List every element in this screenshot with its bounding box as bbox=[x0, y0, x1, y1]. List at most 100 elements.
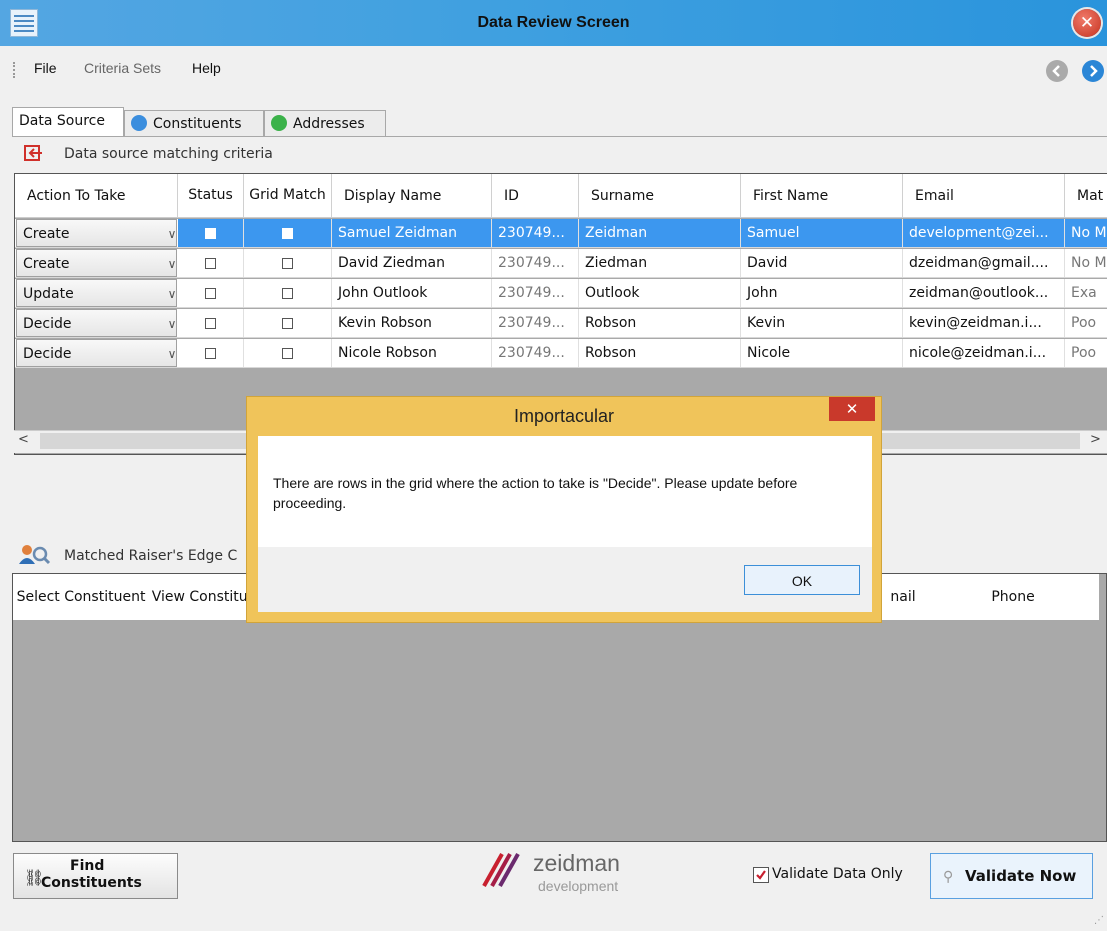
dialog-close-icon[interactable]: ✕ bbox=[829, 397, 875, 421]
section-title: Matched Raiser's Edge C bbox=[64, 548, 238, 564]
column-header[interactable]: Mat bbox=[1065, 174, 1107, 218]
status-checkbox[interactable] bbox=[205, 288, 216, 299]
match-cell[interactable]: Poo bbox=[1065, 309, 1107, 337]
home-icon bbox=[271, 115, 287, 131]
match-cell[interactable]: Exa bbox=[1065, 279, 1107, 307]
surname-cell[interactable]: Robson bbox=[579, 339, 741, 367]
display-name-cell[interactable]: David Ziedman bbox=[332, 249, 492, 277]
display-name-cell[interactable]: John Outlook bbox=[332, 279, 492, 307]
column-header[interactable]: Status bbox=[178, 174, 244, 218]
column-header[interactable]: First Name bbox=[741, 174, 903, 218]
validate-only-checkbox[interactable] bbox=[753, 867, 769, 883]
action-dropdown[interactable]: Decide ∨ bbox=[16, 309, 177, 337]
back-arrow-icon[interactable] bbox=[1046, 60, 1068, 82]
chevron-down-icon: ∨ bbox=[167, 347, 177, 361]
table-row[interactable]: Decide ∨ Kevin Robson 230749... Robson Ke… bbox=[15, 309, 1107, 338]
tab-addresses[interactable]: Addresses bbox=[264, 110, 386, 136]
resize-grip-icon[interactable]: ⋰ bbox=[1094, 915, 1104, 926]
display-name-cell[interactable]: Samuel Zeidman bbox=[332, 219, 492, 247]
window-title: Data Review Screen bbox=[477, 14, 630, 31]
column-header[interactable]: Action To Take bbox=[15, 174, 178, 218]
first-name-cell[interactable]: Samuel bbox=[741, 219, 903, 247]
action-dropdown[interactable]: Create ∨ bbox=[16, 219, 177, 247]
first-name-cell[interactable]: John bbox=[741, 279, 903, 307]
validate-now-button[interactable]: ⚲ Validate Now bbox=[930, 853, 1093, 899]
surname-cell[interactable]: Outlook bbox=[579, 279, 741, 307]
close-icon[interactable]: ✕ bbox=[1073, 9, 1101, 37]
grid-match-cell[interactable] bbox=[244, 219, 332, 247]
table-row[interactable]: Decide ∨ Nicole Robson 230749... Robson N… bbox=[15, 339, 1107, 368]
find-constituents-button[interactable]: ⛓ Find Constituents bbox=[13, 853, 178, 899]
people-icon bbox=[131, 115, 147, 131]
match-cell[interactable]: No M bbox=[1065, 249, 1107, 277]
email-cell[interactable]: dzeidman@gmail.... bbox=[903, 249, 1065, 277]
grid-match-cell[interactable] bbox=[244, 279, 332, 307]
status-cell[interactable] bbox=[178, 309, 244, 337]
column-header[interactable]: nail bbox=[873, 574, 933, 620]
id-cell[interactable]: 230749... bbox=[492, 219, 579, 247]
grid-match-checkbox[interactable] bbox=[282, 288, 293, 299]
menu-grip bbox=[13, 62, 17, 78]
surname-cell[interactable]: Zeidman bbox=[579, 219, 741, 247]
table-row[interactable]: Create ∨ David Ziedman 230749... Ziedman … bbox=[15, 249, 1107, 278]
table-row[interactable]: Update ∨ John Outlook 230749... Outlook J… bbox=[15, 279, 1107, 308]
status-cell[interactable] bbox=[178, 279, 244, 307]
tab-constituents[interactable]: Constituents bbox=[124, 110, 264, 136]
ok-button[interactable]: OK bbox=[744, 565, 860, 595]
status-checkbox[interactable] bbox=[205, 258, 216, 269]
forward-arrow-icon[interactable] bbox=[1082, 60, 1104, 82]
first-name-cell[interactable]: Nicole bbox=[741, 339, 903, 367]
id-cell[interactable]: 230749... bbox=[492, 279, 579, 307]
scroll-right-icon[interactable]: > bbox=[1090, 432, 1101, 447]
menu-help[interactable]: Help bbox=[192, 60, 221, 76]
constituents-label: Constituents bbox=[41, 875, 142, 891]
grid-match-checkbox[interactable] bbox=[282, 258, 293, 269]
surname-cell[interactable]: Robson bbox=[579, 309, 741, 337]
status-checkbox[interactable] bbox=[205, 348, 216, 359]
menu-file[interactable]: File bbox=[34, 60, 57, 76]
email-cell[interactable]: kevin@zeidman.i... bbox=[903, 309, 1065, 337]
display-name-cell[interactable]: Kevin Robson bbox=[332, 309, 492, 337]
column-header[interactable]: Email bbox=[903, 174, 1065, 218]
grid-match-cell[interactable] bbox=[244, 339, 332, 367]
surname-cell[interactable]: Ziedman bbox=[579, 249, 741, 277]
column-header[interactable]: Phone bbox=[953, 574, 1073, 620]
action-dropdown[interactable]: Decide ∨ bbox=[16, 339, 177, 367]
email-cell[interactable]: development@zei... bbox=[903, 219, 1065, 247]
match-cell[interactable]: No M bbox=[1065, 219, 1107, 247]
status-cell[interactable] bbox=[178, 219, 244, 247]
grid-match-cell[interactable] bbox=[244, 249, 332, 277]
status-checkbox[interactable] bbox=[205, 318, 216, 329]
id-cell[interactable]: 230749... bbox=[492, 339, 579, 367]
grid-match-cell[interactable] bbox=[244, 309, 332, 337]
tab-data-source[interactable]: Data Source bbox=[12, 107, 124, 137]
scroll-left-icon[interactable]: < bbox=[18, 432, 29, 447]
column-header[interactable]: View Constitue bbox=[149, 574, 259, 620]
column-header[interactable]: ID bbox=[492, 174, 579, 218]
action-dropdown[interactable]: Create ∨ bbox=[16, 249, 177, 277]
column-header[interactable]: Grid Match bbox=[244, 174, 332, 218]
validate-only-label[interactable]: Validate Data Only bbox=[772, 866, 903, 882]
first-name-cell[interactable]: Kevin bbox=[741, 309, 903, 337]
table-row[interactable]: Create ∨ Samuel Zeidman 230749... Zeidman… bbox=[15, 219, 1107, 248]
action-dropdown[interactable]: Update ∨ bbox=[16, 279, 177, 307]
column-header[interactable]: Display Name bbox=[332, 174, 492, 218]
grid-match-checkbox[interactable] bbox=[282, 228, 293, 239]
email-cell[interactable]: zeidman@outlook... bbox=[903, 279, 1065, 307]
logo-subtitle: development bbox=[538, 878, 619, 894]
email-cell[interactable]: nicole@zeidman.i... bbox=[903, 339, 1065, 367]
status-cell[interactable] bbox=[178, 249, 244, 277]
display-name-cell[interactable]: Nicole Robson bbox=[332, 339, 492, 367]
id-cell[interactable]: 230749... bbox=[492, 309, 579, 337]
column-header[interactable]: Select Constituent bbox=[13, 574, 149, 620]
status-checkbox[interactable] bbox=[205, 228, 216, 239]
match-cell[interactable]: Poo bbox=[1065, 339, 1107, 367]
grid-match-checkbox[interactable] bbox=[282, 318, 293, 329]
status-cell[interactable] bbox=[178, 339, 244, 367]
people-search-icon bbox=[18, 542, 58, 566]
first-name-cell[interactable]: David bbox=[741, 249, 903, 277]
menu-criteria-sets[interactable]: Criteria Sets bbox=[84, 60, 161, 76]
column-header[interactable]: Surname bbox=[579, 174, 741, 218]
id-cell[interactable]: 230749... bbox=[492, 249, 579, 277]
grid-match-checkbox[interactable] bbox=[282, 348, 293, 359]
